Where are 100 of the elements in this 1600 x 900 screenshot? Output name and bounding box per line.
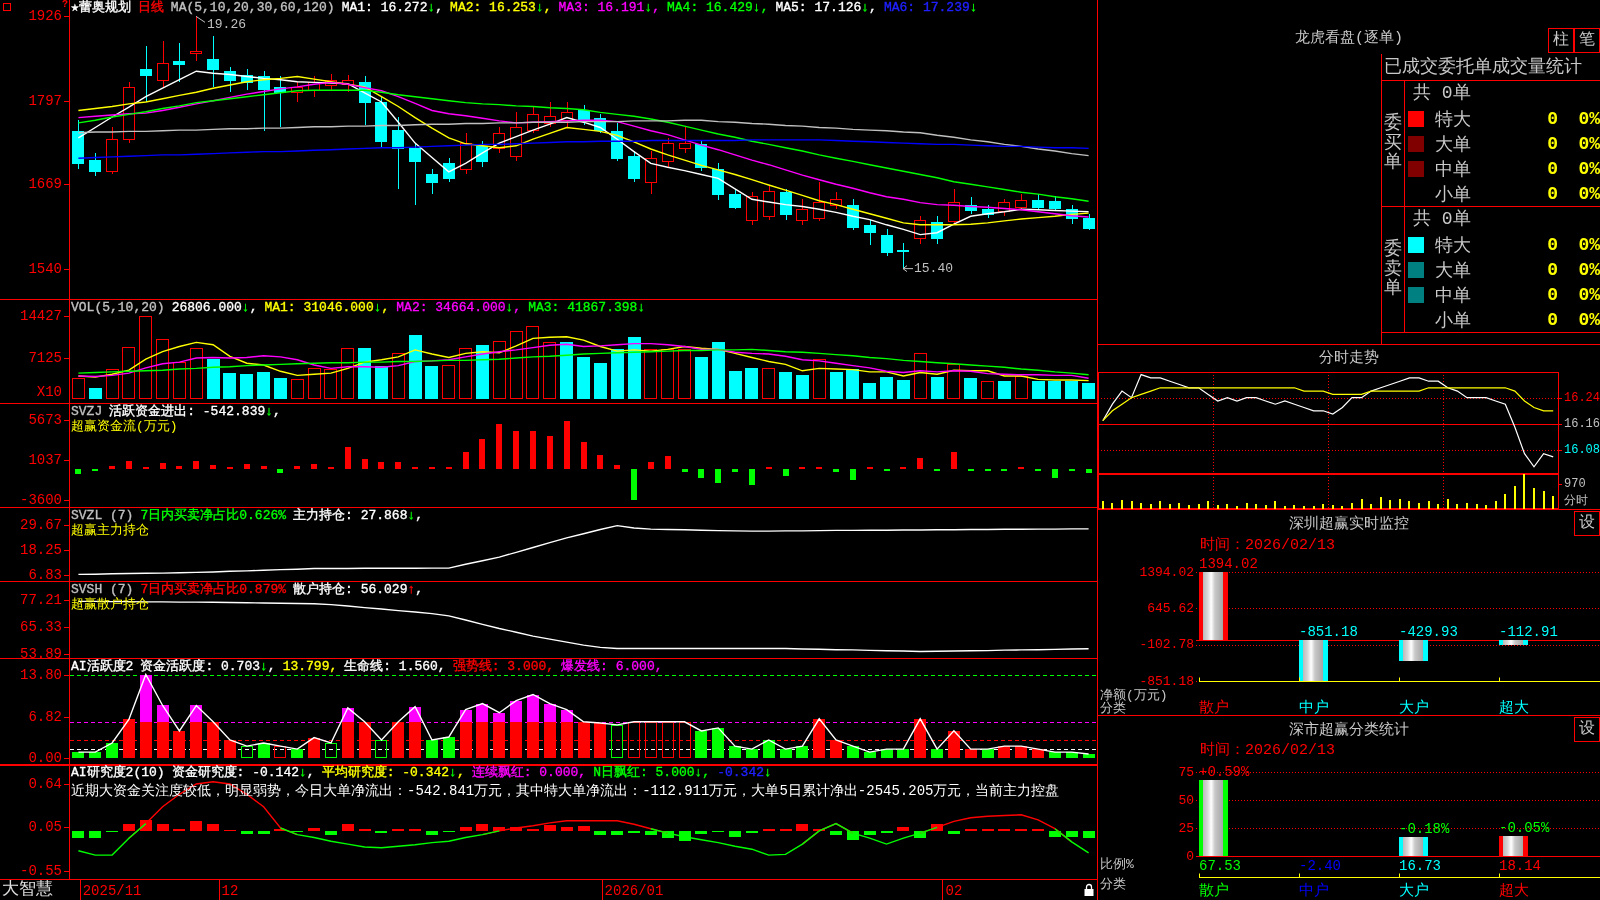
axis-label: 18.25 bbox=[20, 542, 62, 558]
panel-title: 分时走势 bbox=[1318, 348, 1380, 369]
order-share: 0% bbox=[1577, 183, 1600, 204]
change-label: -0.18% bbox=[1399, 821, 1450, 838]
axis-label: 1394.02 bbox=[1139, 564, 1194, 580]
order-size-label: 小单 bbox=[1435, 183, 1472, 206]
help-mark: ? bbox=[62, 0, 68, 10]
order-size-label: 小单 bbox=[1435, 309, 1472, 332]
brand-name: 大智慧 bbox=[0, 880, 53, 900]
order-size-label: 大单 bbox=[1435, 259, 1472, 282]
value-label: 67.53 bbox=[1199, 858, 1241, 874]
axis-label: 970 bbox=[1564, 477, 1586, 492]
order-size-label: 中单 bbox=[1435, 158, 1472, 181]
axis-label: 5673 bbox=[28, 412, 62, 429]
legend-text: MA3: 16.191↓, bbox=[558, 0, 660, 15]
order-count: 0 bbox=[1546, 234, 1559, 255]
legend-text: ★蕾奥规划 bbox=[71, 0, 131, 15]
legend-text: 7日内买卖净占比0.879% bbox=[140, 582, 287, 597]
axis-label: 0.05 bbox=[28, 819, 62, 836]
date-label: 2026/01 bbox=[604, 883, 664, 899]
timestamp: 时间：2026/02/13 bbox=[1200, 742, 1335, 760]
order-count: 0 bbox=[1546, 108, 1559, 129]
legend-text: MA6: 17.239↓ bbox=[883, 0, 978, 15]
side-label: 委卖单 bbox=[1384, 239, 1402, 300]
legend-text: N日飘红: 5.000↓, bbox=[593, 765, 711, 780]
legend-text: AI研究度2(10) bbox=[71, 765, 165, 780]
panel-title: 深市超赢分类统计 bbox=[1289, 720, 1409, 739]
date-label: 2025/11 bbox=[82, 883, 142, 899]
axis-label: 0.00 bbox=[28, 750, 62, 765]
axis-label: 16.08 bbox=[1564, 443, 1600, 458]
value-label: 18.14 bbox=[1499, 858, 1541, 874]
legend-text: 7日内买卖净占比0.626% bbox=[140, 508, 287, 523]
axis-label: -0.55 bbox=[20, 863, 62, 880]
price-extreme-label: 15.40 bbox=[902, 261, 953, 277]
category-label: 大户 bbox=[1399, 882, 1429, 900]
value-label: -2.40 bbox=[1299, 858, 1341, 874]
legend-text: -0.342↓ bbox=[717, 765, 772, 780]
change-label: +0.59% bbox=[1199, 764, 1250, 781]
axis-label: 7125 bbox=[28, 349, 62, 366]
axis-label: 16.16 bbox=[1564, 417, 1600, 431]
category-label: 超大 bbox=[1499, 882, 1529, 900]
legend-text: 资金活跃度: 0.703↓, bbox=[140, 659, 276, 674]
legend-text: MA4: 16.429↓, bbox=[667, 0, 769, 15]
order-total: 共 0单 bbox=[1412, 208, 1472, 231]
order-count: 0 bbox=[1546, 259, 1559, 280]
legend-text: AI活跃度2 bbox=[71, 659, 134, 674]
category-label: 中户 bbox=[1299, 882, 1329, 900]
axis-label: 1037 bbox=[28, 452, 62, 469]
axis-label: 16.24 bbox=[1564, 390, 1600, 405]
category-label: 散户 bbox=[1199, 882, 1229, 900]
order-share: 0% bbox=[1577, 234, 1600, 255]
axis-label: 0.64 bbox=[28, 776, 62, 793]
axis-label: 14427 bbox=[20, 307, 62, 324]
legend-text: 平均研究度: -0.342↓, bbox=[321, 765, 465, 780]
legend-text: SVZL (7) bbox=[71, 508, 134, 523]
axis-label: 53.89 bbox=[20, 645, 62, 659]
legend-text: SVZJ bbox=[71, 404, 103, 419]
legend-text: MA3: 41867.398↓ bbox=[528, 300, 646, 315]
legend-text: MA5: 17.126↓, bbox=[775, 0, 877, 15]
legend-text: 26806.000↓, bbox=[171, 300, 258, 315]
legend-text: MA1: 31046.000↓, bbox=[264, 300, 390, 315]
order-count: 0 bbox=[1546, 309, 1559, 330]
panel-title: 龙虎看盘(逐单) bbox=[1295, 30, 1403, 49]
order-count: 0 bbox=[1546, 133, 1559, 154]
category-label: 散户 bbox=[1199, 699, 1229, 715]
panel-title: 深圳超赢实时监控 bbox=[1289, 514, 1409, 533]
axis-label: 1540 bbox=[28, 260, 62, 277]
annotation: 19.26 bbox=[207, 16, 247, 32]
axis-label: 25 bbox=[1178, 820, 1194, 836]
order-share: 0% bbox=[1577, 259, 1600, 280]
axis-label: 6.83 bbox=[28, 567, 62, 582]
axis-label: -102.78 bbox=[1139, 637, 1194, 653]
category-label: 超大 bbox=[1499, 699, 1529, 715]
legend-text: 主力持仓: 27.868↓, bbox=[293, 508, 424, 523]
value-label: 16.73 bbox=[1399, 858, 1441, 874]
order-share: 0% bbox=[1577, 309, 1600, 330]
axis-label: 50 bbox=[1178, 792, 1194, 808]
axis-label: 1926 bbox=[28, 8, 62, 25]
legend-text: 日线 bbox=[137, 0, 164, 15]
axis-label: 6.82 bbox=[28, 708, 62, 725]
date-label: 02 bbox=[945, 883, 963, 899]
value-label: 1394.02 bbox=[1199, 556, 1258, 572]
indicator-caption: 超赢主力持仓 bbox=[71, 523, 149, 538]
order-share: 0% bbox=[1577, 158, 1600, 179]
axis-label: 75 bbox=[1178, 764, 1194, 780]
legend-text: 活跃资金进出: -542.839↓, bbox=[109, 404, 281, 419]
axis-label: 1669 bbox=[28, 176, 62, 193]
order-share: 0% bbox=[1577, 284, 1600, 305]
change-label: -0.05% bbox=[1499, 819, 1550, 836]
category-label: 大户 bbox=[1399, 699, 1429, 715]
legend-text: 散户持仓: 56.029↑, bbox=[293, 582, 424, 597]
axis-title: 分类 bbox=[1100, 876, 1126, 892]
legend-text: 强势线: 3.000, bbox=[452, 659, 555, 674]
price-extreme-label: 19.26 bbox=[195, 15, 246, 32]
table-title: 已成交委托单成交量统计 bbox=[1382, 54, 1600, 81]
value-label: -851.18 bbox=[1299, 623, 1358, 640]
axis-label: 13.80 bbox=[20, 666, 62, 683]
legend-text: 爆发线: 6.000, bbox=[561, 659, 663, 674]
date-label: 12 bbox=[221, 883, 239, 899]
value-label: -429.93 bbox=[1399, 623, 1458, 640]
